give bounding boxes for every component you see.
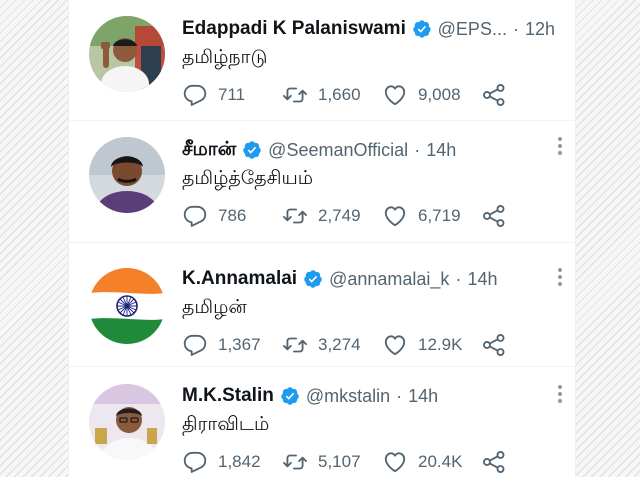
separator: · [414,139,421,160]
retweet-button[interactable]: 5,107 [282,447,361,477]
avatar[interactable] [89,268,165,344]
reply-count: 711 [218,85,246,104]
handle[interactable]: @SeemanOfficial [268,140,408,161]
tweet-card[interactable]: Edappadi K Palaniswami @EPS... · 12h தமி… [69,0,575,121]
like-icon [382,203,408,229]
like-count: 9,008 [418,85,461,104]
display-name[interactable]: M.K.Stalin [182,385,274,407]
separator: · [455,268,462,289]
share-button[interactable] [481,449,507,475]
display-name[interactable]: சீமான் [182,138,236,163]
reply-button[interactable]: 786 [182,201,246,231]
like-icon [382,82,408,108]
tweet-text: தமிழ்நாடு [182,46,268,68]
share-icon [481,203,507,229]
more-icon[interactable] [557,385,563,407]
retweet-icon [282,203,308,229]
avatar[interactable] [89,137,165,213]
reply-button[interactable]: 1,842 [182,447,261,477]
handle[interactable]: @mkstalin [306,386,390,407]
retweet-count: 3,274 [318,335,361,354]
like-button[interactable]: 12.9K [382,330,462,360]
tweet-text: திராவிடம் [182,413,270,435]
more-icon[interactable] [557,268,563,290]
like-count: 6,719 [418,206,461,225]
reply-count: 786 [218,206,247,225]
tweet-card[interactable]: சீமான் @SeemanOfficial · 14h தமிழ்த்தேசி… [69,121,575,243]
reply-button[interactable]: 1,367 [182,330,261,360]
reply-icon [182,332,208,358]
verified-badge-icon [242,140,262,160]
share-button[interactable] [481,82,507,108]
timestamp[interactable]: 14h [408,386,438,407]
tweet-card[interactable]: M.K.Stalin @mkstalin · 14h திராவிடம் 1,8… [69,367,575,477]
action-bar: 711 1,660 9,008 [182,80,562,110]
like-button[interactable]: 6,719 [382,201,461,231]
action-bar: 786 2,749 6,719 [182,201,562,231]
avatar[interactable] [89,384,165,460]
retweet-icon [282,449,308,475]
share-icon [481,332,507,358]
action-bar: 1,367 3,274 12.9K [182,330,562,360]
timeline: Edappadi K Palaniswami @EPS... · 12h தமி… [68,0,576,477]
tweet-text: தமிழன் [182,296,247,318]
retweet-count: 1,660 [318,85,361,104]
like-icon [382,332,408,358]
retweet-icon [282,82,308,108]
like-icon [382,449,408,475]
tweet-text: தமிழ்த்தேசியம் [182,167,314,189]
reply-icon [182,82,208,108]
share-icon [481,82,507,108]
more-icon[interactable] [557,137,563,159]
verified-badge-icon [412,19,432,39]
tweet-card[interactable]: K.Annamalai @annamalai_k · 14h தமிழன் 1,… [69,250,575,367]
reply-icon [182,449,208,475]
display-name[interactable]: Edappadi K Palaniswami [182,18,406,40]
handle[interactable]: @annamalai_k [329,269,449,290]
timestamp[interactable]: 14h [426,140,456,161]
verified-badge-icon [303,269,323,289]
verified-badge-icon [280,386,300,406]
like-button[interactable]: 20.4K [382,447,462,477]
reply-icon [182,203,208,229]
like-count: 12.9K [418,335,463,354]
reply-count: 1,842 [218,452,261,471]
timestamp[interactable]: 14h [467,269,497,290]
reply-count: 1,367 [218,335,261,354]
retweet-button[interactable]: 3,274 [282,330,361,360]
share-button[interactable] [481,203,507,229]
timestamp[interactable]: 12h [525,19,555,40]
reply-button[interactable]: 711 [182,80,245,110]
action-bar: 1,842 5,107 20.4K [182,447,562,477]
share-icon [481,449,507,475]
retweet-icon [282,332,308,358]
retweet-button[interactable]: 1,660 [282,80,361,110]
avatar[interactable] [89,16,165,92]
separator: · [512,18,519,39]
like-button[interactable]: 9,008 [382,80,461,110]
share-button[interactable] [481,332,507,358]
handle[interactable]: @EPS... [438,19,507,40]
retweet-count: 5,107 [318,452,361,471]
separator: · [396,385,403,406]
display-name[interactable]: K.Annamalai [182,268,297,290]
retweet-button[interactable]: 2,749 [282,201,361,231]
like-count: 20.4K [418,452,463,471]
retweet-count: 2,749 [318,206,361,225]
